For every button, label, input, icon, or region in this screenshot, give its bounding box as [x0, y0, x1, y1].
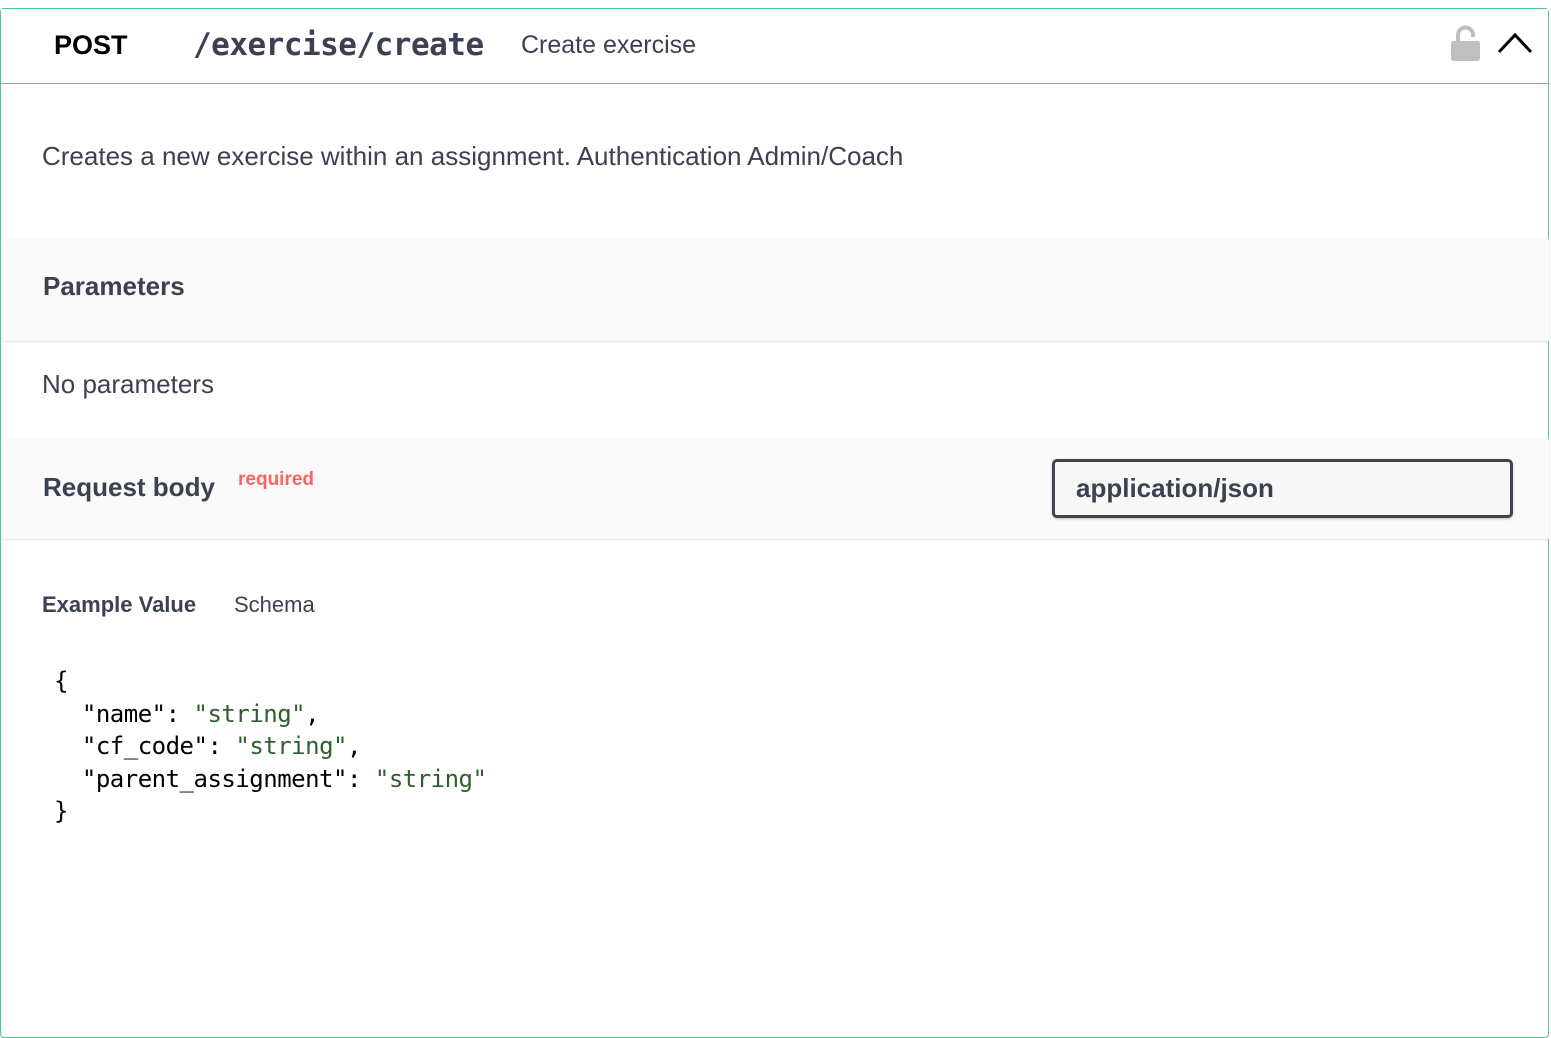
parameters-section-header: Parameters — [2, 239, 1549, 341]
no-parameters-text: No parameters — [42, 369, 214, 399]
example-json-code: { "name": "string", "cf_code": "string",… — [54, 667, 487, 825]
operation-block: POST /exercise/create Create exercise Cr… — [0, 8, 1549, 1038]
json-key-parent-assignment: parent_assignment — [95, 764, 334, 793]
parameters-title: Parameters — [43, 271, 185, 301]
json-key-name: name — [95, 699, 152, 728]
http-method-label: POST — [54, 30, 128, 60]
operation-summary-bar[interactable]: POST /exercise/create Create exercise — [1, 9, 1548, 84]
content-type-select[interactable]: application/json — [1052, 459, 1513, 518]
json-value-parent-assignment: "string" — [374, 764, 487, 793]
tab-schema[interactable]: Schema — [234, 592, 315, 618]
json-value-name: "string" — [193, 699, 306, 728]
endpoint-path: /exercise/create — [193, 27, 484, 63]
request-body-title: Request body — [43, 472, 215, 502]
operation-description: Creates a new exercise within an assignm… — [42, 141, 904, 171]
unlocked-padlock-icon[interactable] — [1450, 25, 1481, 62]
content-type-selected-value: application/json — [1076, 473, 1274, 503]
json-key-cf-code: cf_code — [95, 732, 194, 760]
chevron-up-icon[interactable] — [1497, 29, 1533, 55]
request-body-section-header: Request body required application/json — [2, 439, 1549, 539]
json-value-cf-code: "string" — [235, 732, 347, 760]
operation-summary-text: Create exercise — [521, 31, 697, 59]
tab-example-value[interactable]: Example Value — [42, 592, 196, 618]
required-badge: required — [238, 469, 315, 490]
